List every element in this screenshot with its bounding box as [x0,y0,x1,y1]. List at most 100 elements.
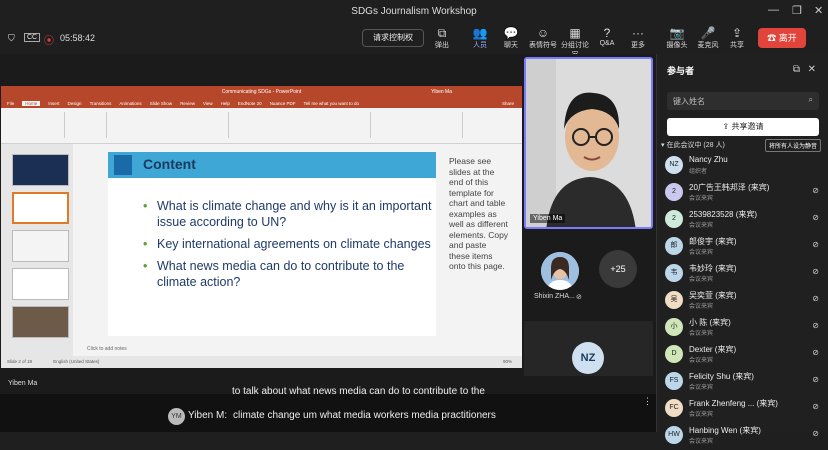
participant-row[interactable]: NZ Nancy Zhu 组织者 [665,154,825,180]
participant-row[interactable]: HW Hanbing Wen (来宾) 会议来宾 ⊘ [665,424,825,450]
mic-muted-icon[interactable]: ⊘ [812,294,819,303]
phone-hangup-icon: ☎ [767,33,779,43]
mic-muted-icon[interactable]: ⊘ [812,402,819,411]
mic-muted-icon[interactable]: ⊘ [812,348,819,357]
ppt-tell-me[interactable]: Tell me what you want to do [303,101,359,106]
speaker-video-tile[interactable]: Yiben Ma [524,57,653,229]
participant-name: 韦妙玲 (来宾) [689,264,737,273]
share-invite-button[interactable]: ⇪ 共享邀请 [667,118,819,136]
mic-muted-icon[interactable]: ⊘ [812,186,819,195]
ppt-tab-review[interactable]: Review [180,101,195,106]
slide-thumbnails [1,144,73,358]
ppt-tab-nuance[interactable]: Nuance PDF [270,101,296,106]
drawing-group [373,112,463,138]
participant-row[interactable]: 2 20广告王韩邦泽 (来宾) 会议来宾 ⊘ [665,181,825,207]
ppt-titlebar: Communicating SDGs - PowerPoint Yiben Ma [1,86,522,98]
participant-name: Frank Zhenfeng ... (来宾) [689,399,778,408]
slide-thumbnail[interactable] [12,306,69,338]
popout-icon: ⧉ [437,26,447,40]
shield-icon[interactable]: ⛉ [8,33,15,44]
chat-button[interactable]: 💬 聊天 [497,26,525,50]
participant-name: Felicity Shu (来宾) [689,372,754,381]
ppt-tab-transitions[interactable]: Transitions [90,101,112,106]
ppt-tab-help[interactable]: Help [221,101,230,106]
participant-row[interactable]: FC Frank Zhenfeng ... (来宾) 会议来宾 ⊘ [665,397,825,423]
in-meeting-header[interactable]: ▾ 在此会议中 (28 人) 将所有人设为静音 [661,139,825,152]
slide-thumbnail[interactable] [12,154,69,186]
people-icon: 👥 [472,26,488,40]
participant-row[interactable]: 郎郎俊宇 (来宾) 会议来宾 ⊘ [665,235,825,261]
paragraph-group [231,112,371,138]
mute-all-button[interactable]: 将所有人设为静音 [764,139,821,152]
leave-button[interactable]: ☎ 离开 [758,28,806,48]
mic-muted-icon: ⊘ [576,294,582,301]
caption-line: to talk about what news media can do to … [232,386,485,397]
ppt-tab-animations[interactable]: Animations [119,101,141,106]
live-captions: to talk about what news media can do to … [0,386,656,432]
participant-avatar: 小 [665,318,683,336]
current-slide[interactable]: Content What is climate change and why i… [108,152,436,336]
participant-search-input[interactable]: 键入姓名 ⌕ [667,92,819,110]
mic-muted-icon[interactable]: ⊘ [812,429,819,438]
slide-thumbnail[interactable] [12,230,69,262]
slide-side-note: Please see slides at the end of this tem… [449,156,509,271]
mic-muted-icon[interactable]: ⊘ [812,240,819,249]
emoji-button[interactable]: ☺ 表情符号 [528,26,558,50]
popout-button[interactable]: ⧉ 弹出 [428,26,456,50]
ppt-share-button[interactable]: Share [502,101,514,106]
close-window-icon[interactable]: ✕ [814,4,823,17]
ppt-tab-slideshow[interactable]: Slide Show [150,101,173,106]
participant-row[interactable]: D Dexter (来宾) 会议来宾 ⊘ [665,343,825,369]
zoom-level[interactable]: 90% [503,359,512,364]
popout-panel-icon[interactable]: ⧉ [793,64,800,75]
participant-row[interactable]: 韦韦妙玲 (来宾) 会议来宾 ⊘ [665,262,825,288]
minimize-icon[interactable]: — [768,4,779,16]
participant-row[interactable]: 吴吴奕萱 (来宾) 会议来宾 ⊘ [665,289,825,315]
request-control-button[interactable]: 请求控制权 [362,29,424,47]
more-icon[interactable]: ⋮ [643,396,652,407]
participant-role: 会议来宾 [689,412,714,418]
participant-name: Nancy Zhu [689,155,728,164]
participant-avatar: FC [665,399,683,417]
participant-role: 会议来宾 [689,277,714,283]
notes-pane[interactable]: Click to add notes [73,343,522,355]
close-panel-icon[interactable]: ✕ [808,64,816,75]
mic-muted-icon[interactable]: ⊘ [812,213,819,222]
participant-row[interactable]: 小小 陈 (来宾) 会议来宾 ⊘ [665,316,825,342]
people-button[interactable]: 👥 人员 [466,26,494,50]
camera-button[interactable]: 📷 摄像头 [663,26,691,50]
more-button[interactable]: ··· 更多 [624,26,652,50]
ppt-tab-design[interactable]: Design [68,101,82,106]
participant-name: Hanbing Wen (来宾) [689,426,761,435]
mic-muted-icon[interactable]: ⊘ [812,267,819,276]
slide-title: Content [143,156,196,172]
maximize-icon[interactable]: ❐ [792,4,802,17]
captions-icon[interactable]: CC [24,33,41,42]
participant-avatar: HW [665,426,683,444]
participant-row[interactable]: 2 2539823528 (来宾) 会议来宾 ⊘ [665,208,825,234]
participant-row[interactable]: FS Felicity Shu (来宾) 会议来宾 ⊘ [665,370,825,396]
window-title: SDGs Journalism Workshop [351,5,477,17]
participant-name: 吴奕萱 (来宾) [689,291,737,300]
ppt-tab-file[interactable]: File [7,101,14,106]
share-button[interactable]: ⇪ 共享 [723,26,751,50]
qa-icon: ? [603,26,611,40]
ppt-tab-view[interactable]: View [203,101,213,106]
participant-role: 会议来宾 [689,250,714,256]
microphone-button[interactable]: 🎤 麦克风 [694,26,722,50]
panel-title: 参与者 [667,66,695,76]
participant-avatar[interactable] [541,252,579,290]
more-participants-button[interactable]: +25 [599,250,637,288]
qa-button[interactable]: ? Q&A [593,26,621,47]
slide-thumbnail-selected[interactable] [12,192,69,224]
ppt-tab-endnote[interactable]: EndNote 20 [238,101,262,106]
mic-muted-icon[interactable]: ⊘ [812,321,819,330]
slide-count: Slide 2 of 18 [7,359,33,364]
participant-role: 组织者 [689,169,708,175]
powerpoint-window: Communicating SDGs - PowerPoint Yiben Ma… [1,86,522,368]
mic-off-icon: 🎤 [700,26,716,40]
slide-thumbnail[interactable] [12,268,69,300]
ppt-tab-insert[interactable]: Insert [48,101,59,106]
ppt-tab-home[interactable]: Home [22,100,41,106]
mic-muted-icon[interactable]: ⊘ [812,375,819,384]
